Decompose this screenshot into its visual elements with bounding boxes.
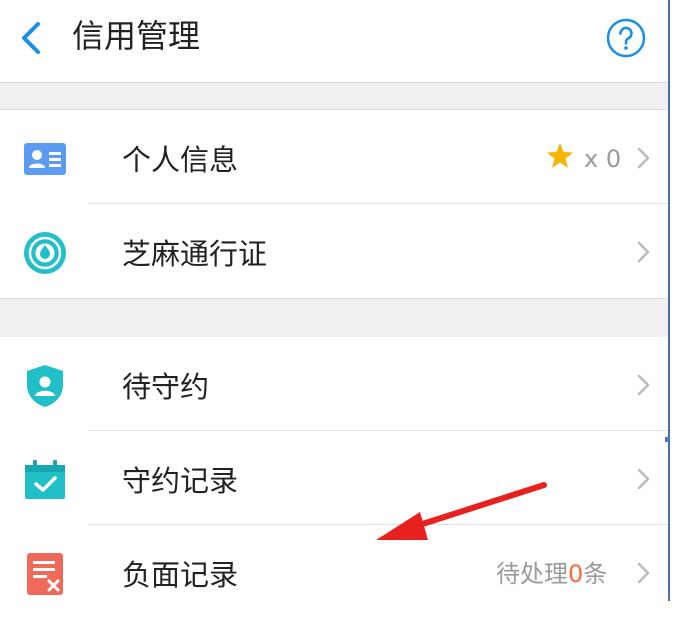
list-item-negative-records[interactable]: 负面记录 待处理0条 (0, 525, 668, 619)
help-button[interactable] (606, 18, 646, 58)
chevron-right-icon (637, 147, 650, 169)
chevron-right-icon (637, 374, 650, 396)
id-card-icon (24, 143, 66, 175)
list-item-sesame-pass[interactable]: 芝麻通行证 (0, 204, 668, 298)
shield-user-icon (27, 365, 63, 407)
star-icon (547, 143, 573, 168)
chevron-right-icon (637, 562, 650, 584)
list-item-commitment-records[interactable]: 守约记录 (0, 431, 668, 525)
back-button[interactable] (14, 18, 50, 58)
list-item-label: 待守约 (122, 370, 210, 404)
list-item-label: 芝麻通行证 (122, 237, 268, 271)
chevron-left-icon (22, 22, 40, 54)
chevron-right-icon (637, 241, 650, 263)
section-gap (0, 298, 668, 338)
list-item-label: 个人信息 (122, 143, 239, 177)
app-frame: 信用管理 个人信息 x 0 芝麻通行证 待守约 守约记录 负面记录 待处理0条 (0, 0, 670, 619)
star-count: x 0 (584, 145, 622, 173)
section-gap (0, 83, 668, 110)
document-x-icon (27, 553, 63, 595)
edge-marker (665, 437, 670, 442)
pending-count: 0 (568, 560, 584, 588)
list-item-personal-info[interactable]: 个人信息 x 0 (0, 110, 668, 204)
chevron-right-icon (637, 468, 650, 490)
page-title: 信用管理 (72, 17, 201, 55)
pending-status: 待处理0条 (496, 560, 608, 588)
list-item-label: 负面记录 (122, 558, 239, 592)
list-item-label: 守约记录 (122, 464, 239, 498)
list-item-pending-commitments[interactable]: 待守约 (0, 337, 668, 431)
calendar-check-icon (25, 460, 65, 499)
nav-bar: 信用管理 (0, 0, 668, 83)
question-circle-icon (606, 18, 646, 58)
sesame-pass-icon (24, 232, 66, 274)
